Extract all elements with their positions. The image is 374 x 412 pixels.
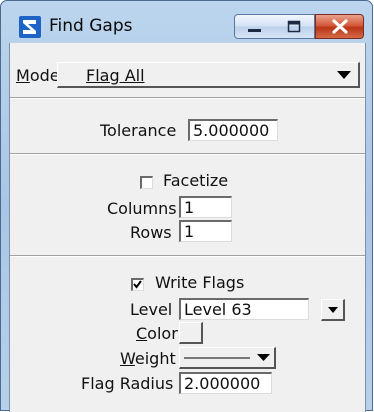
level-field[interactable]: Level 63	[179, 298, 309, 320]
weight-dropdown[interactable]	[179, 347, 276, 369]
checkmark-icon	[133, 280, 142, 289]
dialog-body: Mode Flag All Tolerance 5.000000 Facetiz…	[9, 43, 366, 412]
title-bar[interactable]: Find Gaps	[1, 1, 372, 43]
facetize-label: Facetize	[163, 171, 229, 190]
level-picker-button[interactable]	[321, 299, 345, 321]
close-button[interactable]	[315, 14, 364, 39]
window-title: Find Gaps	[49, 16, 133, 36]
rows-field[interactable]: 1	[179, 220, 232, 242]
mode-value: Flag All	[86, 66, 145, 85]
weight-label: Weight	[120, 349, 176, 368]
facetize-checkbox[interactable]	[140, 176, 153, 189]
mode-dropdown[interactable]: Flag All	[57, 62, 360, 88]
mode-label: Mode	[16, 66, 60, 85]
flag-radius-field[interactable]: 2.000000	[179, 372, 272, 394]
divider	[10, 256, 365, 257]
tolerance-field[interactable]: 5.000000	[188, 119, 278, 141]
write-flags-checkbox[interactable]	[131, 278, 144, 291]
divider	[10, 154, 365, 155]
app-icon	[18, 15, 42, 39]
maximize-button[interactable]	[274, 14, 315, 39]
columns-field[interactable]: 1	[179, 196, 232, 218]
color-label: Color	[136, 324, 178, 343]
find-gaps-window: Find Gaps Mode Flag All Tolerance 5.0000…	[0, 0, 373, 412]
color-picker-button[interactable]	[179, 322, 203, 344]
maximize-icon	[287, 20, 301, 33]
chevron-down-icon	[337, 71, 351, 79]
tolerance-label: Tolerance	[100, 121, 177, 140]
weight-line-icon	[184, 354, 270, 361]
minimize-icon	[248, 29, 261, 32]
rows-label: Rows	[130, 223, 172, 242]
chevron-down-icon	[328, 307, 338, 313]
write-flags-label: Write Flags	[155, 273, 245, 292]
close-icon	[332, 19, 348, 34]
minimize-button[interactable]	[234, 14, 275, 39]
level-label: Level	[130, 300, 173, 319]
columns-label: Columns	[107, 199, 177, 218]
flag-radius-label: Flag Radius	[81, 374, 174, 393]
divider	[10, 98, 365, 99]
